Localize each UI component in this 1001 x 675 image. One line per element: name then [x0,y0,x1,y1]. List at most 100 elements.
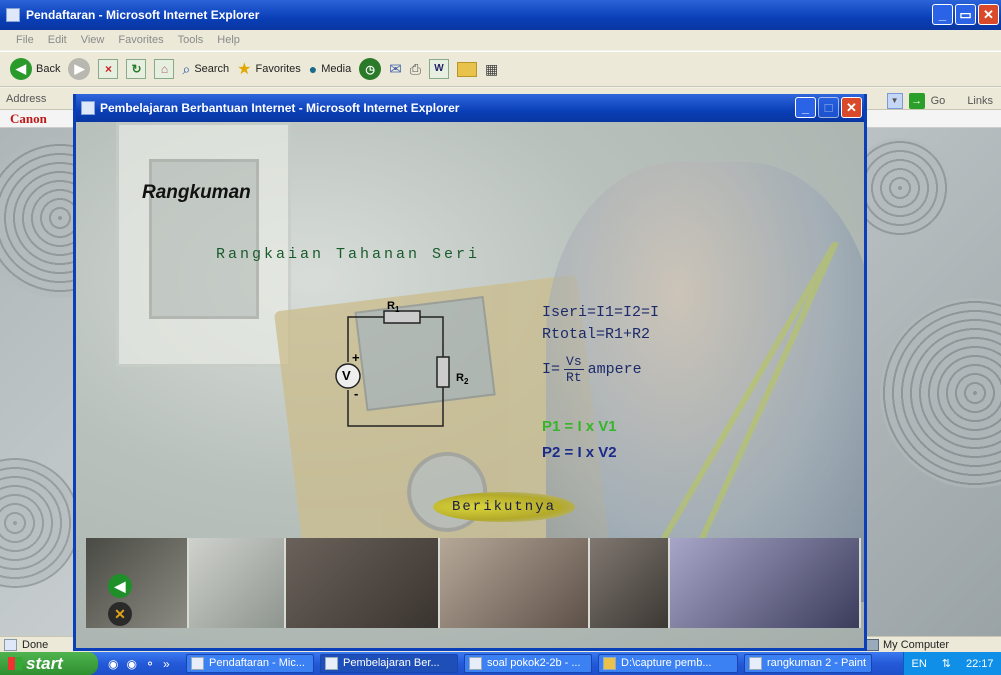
network-icon[interactable]: ⇅ [942,657,951,670]
mail-icon[interactable]: ✉ [389,60,402,78]
refresh-icon[interactable]: ↻ [126,59,147,79]
close-button[interactable]: ✕ [978,4,999,25]
page-icon [4,639,17,651]
power-formula-2: P2 = I x V2 [542,444,617,461]
restore-button[interactable]: ▭ [955,4,976,25]
media-button[interactable]: ● Media [309,61,351,77]
globe-right [880,298,1001,488]
edit-icon[interactable]: W [428,59,449,79]
back-arrow-icon: ◀ [10,58,32,80]
formula-unit: ampere [587,361,642,378]
menu-favorites[interactable]: Favorites [118,30,163,50]
next-button[interactable]: Berikutnya [433,492,575,522]
minus-sign: - [354,386,359,401]
home-icon[interactable]: ⌂ [154,59,175,79]
formula-ohm: I= Vs Rt ampere [542,354,642,385]
go-arrow-icon[interactable]: → [908,93,925,109]
menu-view[interactable]: View [81,30,105,50]
main-window-title: Pendaftaran - Microsoft Internet Explore… [26,8,260,22]
sound-off-icon[interactable]: ✕ [108,602,132,626]
task-label: soal pokok2-2b - ... [487,657,581,669]
discuss-icon[interactable]: ▦ [485,61,498,78]
address-dropdown-icon[interactable]: ▼ [886,93,903,109]
canon-logo: Canon [10,111,47,126]
ie-task-icon [325,657,338,670]
word-task-icon [469,657,482,670]
links-label[interactable]: Links [967,90,993,112]
task-pembelajaran[interactable]: Pembelajaran Ber... [320,654,458,673]
windows-logo-icon [8,657,22,670]
more-chevron-icon[interactable]: » [163,657,170,671]
photo-2 [189,538,286,628]
popup-minimize-button[interactable]: _ [795,97,816,118]
media-label: Media [321,63,352,75]
back-label: Back [36,63,61,75]
popup-title: Pembelajaran Berbantuan Internet - Micro… [100,101,460,115]
quick-launch: ◉ ◉ ⚬ » [98,657,186,671]
history-icon[interactable]: ◷ [359,58,382,80]
language-indicator[interactable]: EN [911,658,926,670]
menu-edit[interactable]: Edit [48,30,67,50]
photo-4 [440,538,590,628]
minimize-button[interactable]: _ [932,4,953,25]
formula-denominator: Rt [566,370,582,385]
task-label: rangkuman 2 - Paint [767,657,867,669]
ie-quicklaunch-icon[interactable]: ◉ [108,657,118,671]
folder-icon[interactable] [456,61,477,77]
globe-left-bottom [0,458,80,588]
main-title-bar[interactable]: Pendaftaran - Microsoft Internet Explore… [0,0,1001,30]
search-button[interactable]: ⌕ Search [182,61,229,78]
folder-task-icon [603,657,616,670]
lesson-stage: Rangkuman Rangkaian Tahanan Seri V + - R… [76,122,864,648]
search-icon: ⌕ [182,60,191,77]
formula-resistance: Rtotal=R1+R2 [542,326,651,343]
system-tray: EN ⇅ 22:17 [903,652,1001,675]
photo-5 [590,538,670,628]
menu-file[interactable]: File [16,30,34,50]
favorites-button[interactable]: ★ Favorites [237,59,301,79]
formula-numerator: Vs [564,354,584,370]
go-label[interactable]: Go [931,90,946,112]
print-icon[interactable]: ⎙ [410,61,421,78]
page-title: Rangkuman [142,182,251,203]
power-formula-1: P1 = I x V1 [542,418,617,435]
star-icon: ★ [237,61,252,78]
back-button[interactable]: ◀ Back [10,58,60,80]
task-pendaftaran[interactable]: Pendaftaran - Mic... [186,654,314,673]
popup-title-bar[interactable]: Pembelajaran Berbantuan Internet - Micro… [76,94,864,122]
task-label: D:\capture pemb... [621,657,712,669]
task-soal[interactable]: soal pokok2-2b - ... [464,654,592,673]
explorer-quicklaunch-icon[interactable]: ⚬ [145,657,155,671]
stop-icon[interactable]: × [98,59,119,79]
menu-tools[interactable]: Tools [178,30,204,50]
voltmeter-label: V [342,368,351,383]
status-done: Done [22,639,49,651]
formula-current: Iseri=I1=I2=I [542,304,660,321]
photo-strip [86,538,861,628]
ie-page-icon [81,101,95,115]
plus-sign: + [352,350,360,365]
taskbar: start ◉ ◉ ⚬ » Pendaftaran - Mic... Pembe… [0,652,1001,675]
photo-6 [670,538,861,628]
photo-3 [286,538,440,628]
clock: 22:17 [965,657,994,670]
start-label: start [26,654,63,673]
computer-icon [866,639,879,651]
popup-window: Pembelajaran Berbantuan Internet - Micro… [73,94,867,651]
section-subtitle: Rangkaian Tahanan Seri [216,246,481,263]
media-quicklaunch-icon[interactable]: ◉ [126,657,136,671]
formula-ohm-prefix: I= [542,361,561,378]
start-button[interactable]: start [0,652,98,675]
standard-toolbar: ◀ Back ▶ × ↻ ⌂ ⌕ Search ★ Favorites ● Me… [0,51,1001,87]
popup-maximize-button[interactable]: □ [818,97,839,118]
forward-button[interactable]: ▶ [68,58,91,80]
menu-help[interactable]: Help [217,30,240,50]
task-paint[interactable]: rangkuman 2 - Paint [744,654,872,673]
media-icon: ● [308,61,318,77]
popup-close-button[interactable]: ✕ [841,97,862,118]
green-triangle-shape [650,242,839,555]
r2-label: R2 [456,372,469,387]
task-label: Pendaftaran - Mic... [209,657,305,669]
sound-on-icon[interactable]: ◀ [108,574,132,598]
task-capture-folder[interactable]: D:\capture pemb... [598,654,738,673]
